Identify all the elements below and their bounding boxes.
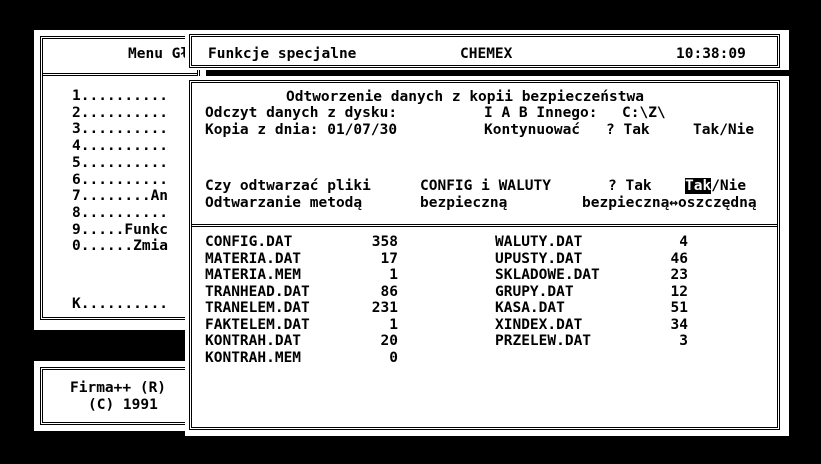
file-record-count: 23	[670, 267, 688, 283]
dialog-title: Odtworzenie danych z kopii bezpieczeństw…	[286, 89, 644, 105]
continue-options: Tak/Nie	[693, 122, 755, 138]
copy-date: Kopia z dnia: 01/07/30	[205, 122, 398, 138]
file-record-count: 4	[679, 234, 688, 250]
menu-item[interactable]: 6..........	[72, 172, 168, 188]
read-path-field[interactable]: C:\Z\	[622, 105, 666, 121]
restore-value: ? Tak	[608, 178, 652, 194]
file-record-count: 34	[670, 316, 688, 333]
method-value: bezpieczną	[420, 195, 508, 211]
file-record-count: 0	[389, 349, 398, 366]
firm-line-1: Firma++ (R)	[70, 380, 167, 396]
file-record-count: 86	[380, 283, 398, 300]
file-name: XINDEX.DAT	[495, 316, 583, 333]
file-record-count: 46	[670, 250, 688, 267]
file-name: TRANELEM.DAT	[205, 300, 310, 316]
restore-option-rest: /Nie	[711, 178, 747, 194]
header-clock: 10:38:09	[676, 46, 746, 62]
file-record-count: 1	[389, 267, 398, 283]
file-name: PRZELEW.DAT	[495, 333, 592, 349]
menu-item[interactable]: 0......Zmia	[72, 238, 168, 254]
restore-label: Czy odtwarzać pliki	[205, 178, 371, 194]
restore-files: CONFIG i WALUTY	[420, 178, 551, 194]
file-record-count: 1	[389, 316, 398, 333]
menu-item-k[interactable]: K..........	[72, 296, 168, 312]
file-name: TRANHEAD.DAT	[205, 283, 310, 300]
dialog-shadow-bottom	[194, 436, 803, 444]
file-record-count: 358	[371, 234, 398, 250]
method-label: Odtwarzanie metodą	[205, 195, 363, 211]
file-record-count: 3	[679, 333, 688, 349]
read-disk-label: Odczyt danych z dysku:	[205, 105, 398, 121]
menu-item[interactable]: 7........An	[72, 188, 168, 204]
file-name: KONTRAH.MEM	[205, 349, 302, 366]
file-name: WALUTY.DAT	[495, 234, 583, 250]
menu-item[interactable]: 3..........	[72, 121, 168, 137]
menu-title-divider	[43, 73, 197, 76]
menu-item[interactable]: 9.....Funkc	[72, 222, 168, 238]
menu-item[interactable]: 8..........	[72, 205, 168, 221]
method-options[interactable]: bezpieczną↔oszczędną	[582, 195, 757, 211]
firm-line-2: (C) 1991	[88, 397, 158, 413]
file-name: MATERIA.DAT	[205, 250, 302, 267]
continue-value[interactable]: ? Tak	[606, 122, 650, 138]
menu-item[interactable]: 5..........	[72, 155, 168, 171]
menu-item[interactable]: 4..........	[72, 138, 168, 154]
file-name: KONTRAH.DAT	[205, 333, 302, 349]
file-name: KASA.DAT	[495, 300, 565, 316]
file-name: UPUSTY.DAT	[495, 250, 583, 267]
menu-item[interactable]: 2..........	[72, 105, 168, 121]
file-name: CONFIG.DAT	[205, 234, 293, 250]
file-name: SKLADOWE.DAT	[495, 267, 600, 283]
file-record-count: 231	[371, 300, 398, 316]
file-name: FAKTELEM.DAT	[205, 316, 310, 333]
firm-frame	[40, 367, 200, 425]
restore-options[interactable]: Tak/Nie	[685, 178, 746, 194]
header-section: Funkcje specjalne	[208, 46, 357, 62]
restore-option-selected[interactable]: Tak	[685, 178, 712, 194]
file-name: MATERIA.MEM	[205, 267, 302, 283]
file-record-count: 17	[380, 250, 398, 267]
continue-label: Kontynuować	[484, 122, 581, 138]
file-record-count: 51	[670, 300, 688, 316]
read-disk-options[interactable]: I A B Innego:	[484, 105, 598, 121]
dialog-shadow-right	[789, 84, 803, 442]
file-record-count: 12	[670, 283, 688, 300]
file-name: GRUPY.DAT	[495, 283, 574, 300]
dialog-divider	[192, 224, 777, 227]
file-record-count: 20	[380, 333, 398, 349]
menu-item[interactable]: 1..........	[72, 88, 168, 104]
header-app-name: CHEMEX	[460, 46, 513, 62]
header-shadow	[789, 36, 803, 76]
